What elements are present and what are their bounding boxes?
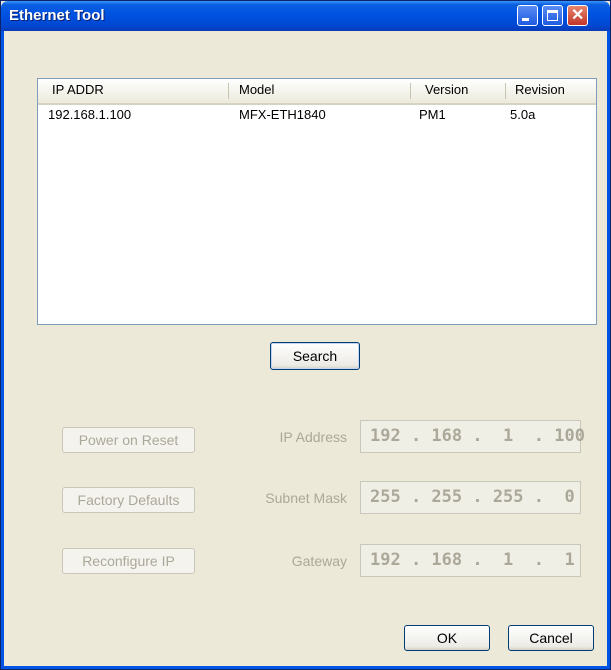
title-bar[interactable]: Ethernet Tool ✕ bbox=[1, 1, 610, 31]
subnet-mask-field[interactable]: 255 . 255 . 255 . 0 bbox=[360, 481, 581, 514]
column-separator[interactable] bbox=[505, 83, 506, 99]
cancel-button[interactable]: Cancel bbox=[508, 625, 594, 651]
minimize-button[interactable] bbox=[517, 5, 538, 26]
ok-button[interactable]: OK bbox=[404, 625, 490, 651]
device-list-header: IP ADDR Model Version Revision bbox=[38, 79, 596, 105]
power-on-reset-button[interactable]: Power on Reset bbox=[62, 427, 195, 453]
factory-defaults-button[interactable]: Factory Defaults bbox=[62, 487, 195, 513]
reconfigure-ip-button[interactable]: Reconfigure IP bbox=[62, 548, 195, 574]
cell-revision: 5.0a bbox=[510, 107, 536, 122]
ip-address-label: IP Address bbox=[279, 429, 347, 445]
cell-ip-addr: 192.168.1.100 bbox=[48, 107, 132, 122]
column-header-revision[interactable]: Revision bbox=[515, 79, 565, 101]
ip-address-field[interactable]: 192 . 168 . 1 . 100 bbox=[360, 420, 585, 453]
gateway-label: Gateway bbox=[291, 553, 347, 569]
ethernet-tool-window: Ethernet Tool ✕ IP ADDR Model Version Re… bbox=[0, 0, 611, 670]
minimize-icon bbox=[522, 18, 529, 21]
window-border-left bbox=[1, 31, 4, 669]
window-border-bottom bbox=[1, 666, 610, 669]
subnet-mask-label: Subnet Mask bbox=[265, 490, 347, 506]
close-icon: ✕ bbox=[571, 7, 585, 24]
window-title: Ethernet Tool bbox=[9, 7, 105, 24]
maximize-icon bbox=[547, 10, 558, 21]
column-header-version[interactable]: Version bbox=[425, 79, 468, 101]
column-header-ip-addr[interactable]: IP ADDR bbox=[52, 79, 104, 101]
column-header-model[interactable]: Model bbox=[239, 79, 274, 101]
close-button[interactable]: ✕ bbox=[567, 5, 588, 26]
column-separator[interactable] bbox=[410, 83, 411, 99]
gateway-field[interactable]: 192 . 168 . 1 . 1 bbox=[360, 544, 581, 577]
window-border-right bbox=[607, 31, 610, 669]
column-separator[interactable] bbox=[228, 83, 229, 99]
device-list[interactable]: IP ADDR Model Version Revision 192.168.1… bbox=[37, 78, 597, 325]
table-row[interactable]: 192.168.1.100 MFX-ETH1840 PM1 5.0a bbox=[38, 105, 596, 125]
search-button[interactable]: Search bbox=[270, 342, 360, 370]
maximize-button[interactable] bbox=[542, 5, 563, 26]
cell-version: PM1 bbox=[419, 107, 446, 122]
cell-model: MFX-ETH1840 bbox=[239, 107, 326, 122]
